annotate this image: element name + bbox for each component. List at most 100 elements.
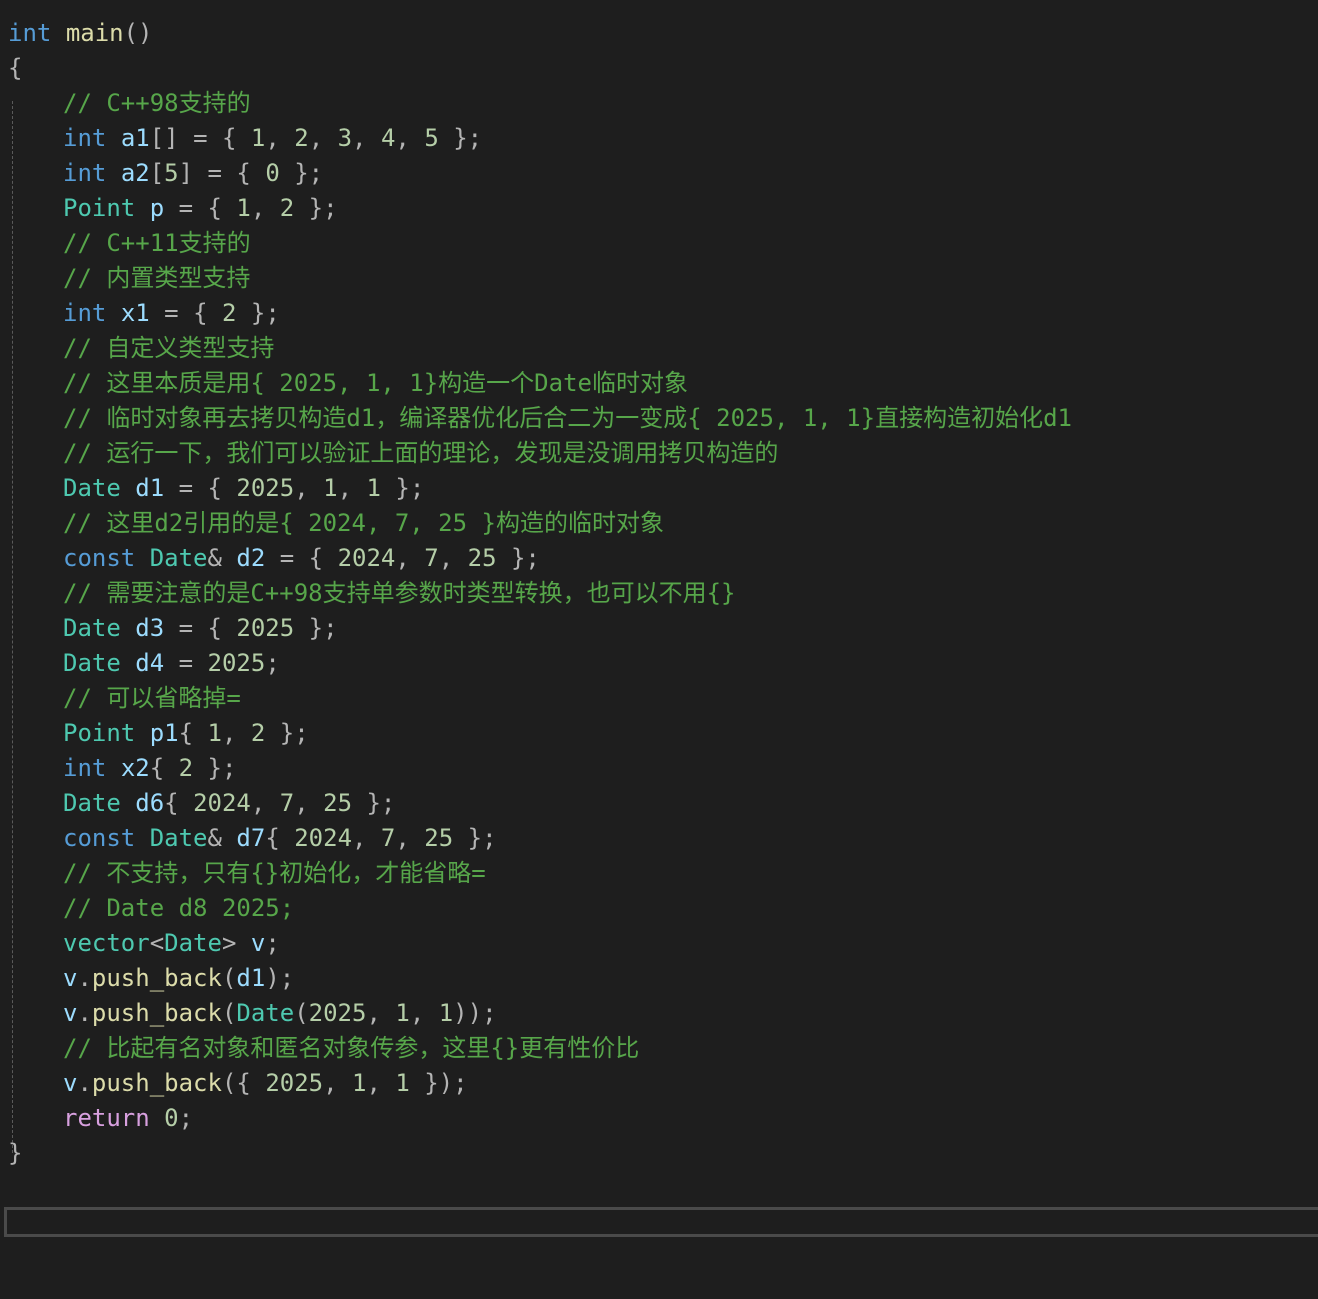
number-token: 2025 — [236, 614, 295, 642]
code-line[interactable]: } — [0, 1136, 1318, 1171]
punctuation-token: = { — [164, 194, 237, 222]
identifier-token: d7 — [236, 824, 266, 852]
number-token: 1 — [236, 194, 251, 222]
number-token: 1 — [323, 474, 338, 502]
punctuation-token: , — [409, 999, 439, 1027]
code-line[interactable]: // 运行一下，我们可以验证上面的理论，发现是没调用拷贝构造的 — [0, 436, 1318, 471]
punctuation-token: , — [366, 1069, 396, 1097]
number-token: 2024 — [193, 789, 251, 817]
punctuation-token: , — [221, 719, 251, 747]
identifier-token: d4 — [135, 649, 165, 677]
identifier-token: d3 — [135, 614, 165, 642]
punctuation-token: , — [395, 544, 425, 572]
identifier-token: v — [250, 929, 266, 957]
control-keyword-token: return — [63, 1104, 150, 1132]
code-line[interactable]: // 临时对象再去拷贝构造d1，编译器优化后合二为一变成{ 2025, 1, 1… — [0, 401, 1318, 436]
code-line[interactable]: // 自定义类型支持 — [0, 331, 1318, 366]
punctuation-token: }; — [496, 544, 540, 572]
keyword-token: int — [63, 159, 107, 187]
identifier-token: x2 — [120, 754, 150, 782]
punctuation-token: ] = { — [178, 159, 266, 187]
code-line[interactable]: v.push_back(d1); — [0, 961, 1318, 996]
punctuation-token: > — [221, 929, 251, 957]
code-line[interactable]: v.push_back(Date(2025, 1, 1)); — [0, 996, 1318, 1031]
punctuation-token: }; — [294, 614, 338, 642]
code-line[interactable]: int x2{ 2 }; — [0, 751, 1318, 786]
function-token: push_back — [91, 1069, 222, 1097]
code-editor[interactable]: int main(){// C++98支持的 int a1[] = { 1, 2,… — [0, 16, 1318, 1171]
code-line[interactable]: Date d1 = { 2025, 1, 1 }; — [0, 471, 1318, 506]
number-token: 2 — [178, 754, 194, 782]
keyword-token: int — [63, 299, 107, 327]
identifier-token: d1 — [236, 964, 266, 992]
punctuation-token: } — [8, 1139, 23, 1167]
punctuation-token: ( — [294, 999, 309, 1027]
code-line[interactable]: // 内置类型支持 — [0, 261, 1318, 296]
function-token: push_back — [91, 999, 222, 1027]
code-line[interactable]: const Date& d7{ 2024, 7, 25 }; — [0, 821, 1318, 856]
punctuation-token: ); — [265, 964, 295, 992]
number-token: 25 — [323, 789, 353, 817]
comment-token: // C++98支持的 — [63, 89, 251, 117]
identifier-token: a1 — [120, 124, 150, 152]
code-line[interactable]: // 可以省略掉= — [0, 681, 1318, 716]
code-line[interactable]: v.push_back({ 2025, 1, 1 }); — [0, 1066, 1318, 1101]
punctuation-token: . — [77, 964, 92, 992]
punctuation-token: }); — [409, 1069, 468, 1097]
punctuation-token: , — [323, 1069, 353, 1097]
code-line[interactable]: int main() — [0, 16, 1318, 51]
identifier-token: a2 — [120, 159, 150, 187]
code-line[interactable]: // 这里d2引用的是{ 2024, 7, 25 }构造的临时对象 — [0, 506, 1318, 541]
code-line[interactable]: vector<Date> v; — [0, 926, 1318, 961]
code-line[interactable]: Date d4 = 2025; — [0, 646, 1318, 681]
punctuation-token: . — [77, 1069, 92, 1097]
number-token: 1 — [395, 1069, 410, 1097]
code-line[interactable]: // 这里本质是用{ 2025, 1, 1}构造一个Date临时对象 — [0, 366, 1318, 401]
code-line[interactable]: Date d3 = { 2025 }; — [0, 611, 1318, 646]
number-token: 5 — [164, 159, 179, 187]
number-token: 2 — [294, 124, 309, 152]
code-line[interactable]: { — [0, 51, 1318, 86]
code-line[interactable]: const Date& d2 = { 2024, 7, 25 }; — [0, 541, 1318, 576]
code-line[interactable]: // 不支持，只有{}初始化，才能省略= — [0, 856, 1318, 891]
code-line[interactable]: return 0; — [0, 1101, 1318, 1136]
number-token: 7 — [279, 789, 295, 817]
code-line[interactable]: // 需要注意的是C++98支持单参数时类型转换，也可以不用{} — [0, 576, 1318, 611]
type-token: Point — [63, 194, 136, 222]
type-token: Date — [63, 789, 121, 817]
punctuation-token: , — [308, 124, 338, 152]
comment-token: // 自定义类型支持 — [63, 334, 275, 362]
number-token: 7 — [380, 824, 396, 852]
punctuation-token: { — [178, 719, 208, 747]
number-token: 1 — [438, 999, 454, 1027]
code-line[interactable]: // 比起有名对象和匿名对象传参，这里{}更有性价比 — [0, 1031, 1318, 1066]
identifier-token: v — [63, 1069, 78, 1097]
code-line[interactable]: Date d6{ 2024, 7, 25 }; — [0, 786, 1318, 821]
code-line[interactable]: // Date d8 2025; — [0, 891, 1318, 926]
output-panel-edge[interactable] — [4, 1207, 1318, 1237]
code-line[interactable]: // C++98支持的 — [0, 86, 1318, 121]
code-line[interactable]: int x1 = { 2 }; — [0, 296, 1318, 331]
punctuation-token: , — [265, 124, 295, 152]
punctuation-token: { — [149, 754, 179, 782]
code-line[interactable]: Point p1{ 1, 2 }; — [0, 716, 1318, 751]
punctuation-token: , — [438, 544, 468, 572]
code-line[interactable]: int a1[] = { 1, 2, 3, 4, 5 }; — [0, 121, 1318, 156]
number-token: 1 — [395, 999, 410, 1027]
comment-token: // 需要注意的是C++98支持单参数时类型转换，也可以不用{} — [63, 579, 736, 607]
punctuation-token: = — [164, 649, 208, 677]
comment-token: // 比起有名对象和匿名对象传参，这里{}更有性价比 — [63, 1034, 640, 1062]
type-token: Date — [149, 824, 208, 852]
code-line[interactable]: int a2[5] = { 0 }; — [0, 156, 1318, 191]
punctuation-token: ( — [221, 999, 237, 1027]
identifier-token: v — [63, 999, 78, 1027]
number-token: 2 — [279, 194, 295, 222]
code-line[interactable]: // C++11支持的 — [0, 226, 1318, 261]
punctuation-token: = { — [164, 614, 237, 642]
code-line[interactable]: Point p = { 1, 2 }; — [0, 191, 1318, 226]
comment-token: // 内置类型支持 — [63, 264, 251, 292]
punctuation-token: , — [294, 789, 324, 817]
